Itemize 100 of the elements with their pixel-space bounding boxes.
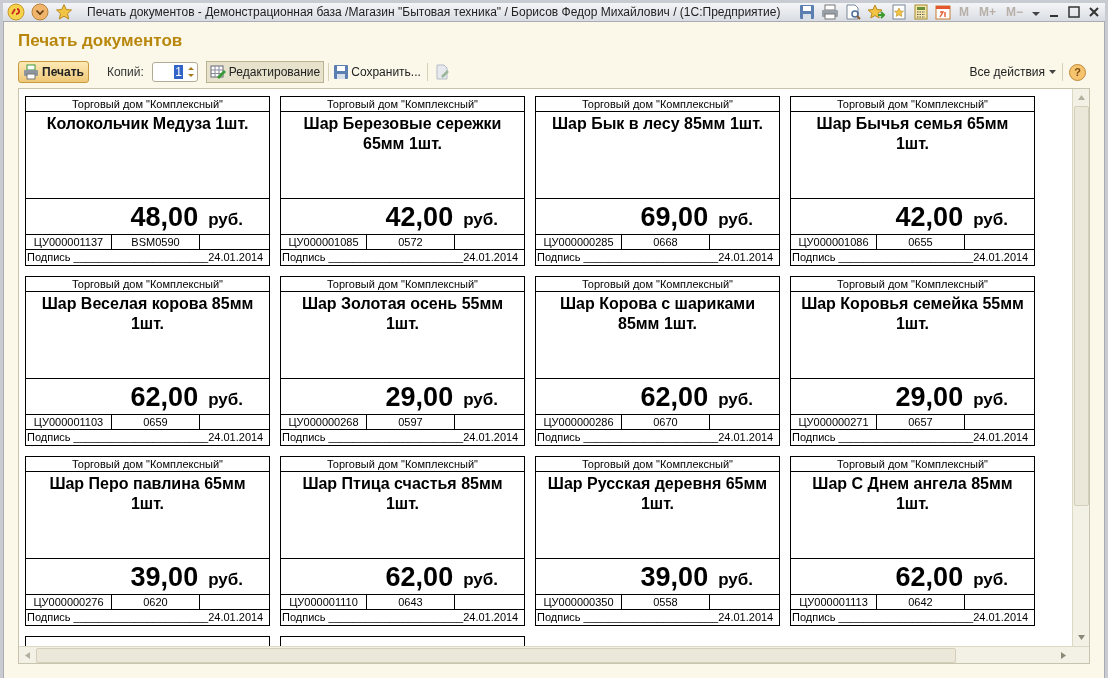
product-name: Шар Русская деревня 65мм 1шт. [536, 472, 779, 560]
product-code: ЦУ000001085 [281, 235, 367, 250]
organization-name: Торговый дом "Комплексный" [791, 457, 1034, 472]
organization-name: Торговый дом "Комплексный" [26, 457, 269, 472]
date: 24.01.2014 [718, 610, 774, 625]
product-code: ЦУ000001103 [26, 415, 112, 430]
window-title: Печать документов - Демонстрационная база /Магазин "Бытовая техника" / Борисов Федор Михайлович / (1С:Предприятие) [87, 4, 782, 21]
save-icon [333, 64, 350, 80]
currency: руб. [718, 569, 753, 592]
price: 29,00 [895, 382, 964, 413]
article-number: 0657 [877, 415, 965, 430]
signature-line: Подпись ______________________ [282, 610, 464, 625]
article-number: 0643 [367, 595, 455, 610]
product-name: Шар Бык в лесу 85мм 1шт. [536, 112, 779, 200]
organization-name: Торговый дом "Комплексный" [281, 97, 524, 112]
article-number: 0668 [622, 235, 710, 250]
signature-line: Подпись ______________________ [792, 250, 974, 265]
scrollbar-thumb[interactable] [1073, 106, 1089, 506]
currency: руб. [208, 209, 243, 232]
table-pencil-icon [209, 64, 226, 80]
article-number: BSM0590 [112, 235, 200, 250]
date: 24.01.2014 [463, 250, 519, 265]
signature-line: Подпись ______________________ [27, 250, 209, 265]
all-actions-menu[interactable]: Все действия [969, 63, 1056, 81]
signature-line: Подпись ______________________ [537, 610, 719, 625]
printer-icon[interactable] [820, 4, 839, 20]
favorites-icon[interactable] [890, 4, 907, 20]
vertical-scrollbar[interactable] [1072, 89, 1089, 646]
article-number: 0659 [112, 415, 200, 430]
caret-icon [1049, 69, 1056, 75]
close-icon[interactable] [1087, 5, 1101, 19]
help-button[interactable]: ? [1069, 63, 1086, 81]
signature-line: Подпись ______________________ [792, 430, 974, 445]
document-edit-icon[interactable] [433, 64, 450, 80]
copies-spin-field[interactable]: 1 [151, 62, 198, 82]
article-number: 0558 [622, 595, 710, 610]
product-code: ЦУ000000268 [281, 415, 367, 430]
product-name: Шар Золотая осень 55мм 1шт. [281, 292, 524, 380]
app-logo-icon[interactable] [7, 3, 25, 21]
organization-name: Торговый дом "Комплексный" [281, 457, 524, 472]
product-code: ЦУ000000285 [536, 235, 622, 250]
preview-icon[interactable] [844, 4, 861, 20]
maximize-icon[interactable] [1067, 5, 1081, 19]
print-button[interactable]: Печать [18, 61, 89, 83]
product-code: ЦУ000000271 [791, 415, 877, 430]
date: 24.01.2014 [973, 250, 1029, 265]
article-number: 0642 [877, 595, 965, 610]
calculator-icon[interactable] [912, 4, 929, 20]
organization-name: Торговый дом "Комплексный" [536, 277, 779, 292]
article-number: 0572 [367, 235, 455, 250]
date: 24.01.2014 [463, 610, 519, 625]
price: 42,00 [385, 202, 454, 233]
date: 24.01.2014 [973, 610, 1029, 625]
product-name: Шар Бычья семья 65мм 1шт. [791, 112, 1034, 200]
favorite-add-icon[interactable] [866, 4, 885, 20]
edit-toggle-button[interactable]: Редактирование [205, 61, 325, 83]
currency: руб. [973, 569, 1008, 592]
organization-name: Торговый дом "Комплексный" [791, 277, 1034, 292]
product-name: Шар Перо павлина 65мм 1шт. [26, 472, 269, 560]
product-name: Колокольчик Медуза 1шт. [26, 112, 269, 200]
currency: руб. [463, 569, 498, 592]
currency: руб. [718, 389, 753, 412]
product-code: ЦУ000001137 [26, 235, 112, 250]
product-code: ЦУ000000286 [536, 415, 622, 430]
page-heading: Печать документов [18, 30, 184, 52]
dropdown-menu-icon[interactable] [31, 3, 49, 21]
organization-name: Торговый дом "Комплексный" [791, 97, 1034, 112]
star-icon[interactable] [55, 3, 73, 21]
save-icon[interactable] [798, 4, 815, 20]
article-number: 0597 [367, 415, 455, 430]
date: 24.01.2014 [463, 430, 519, 445]
article-number: 0655 [877, 235, 965, 250]
currency: руб. [208, 569, 243, 592]
horizontal-scrollbar[interactable] [19, 646, 1089, 663]
signature-line: Подпись ______________________ [27, 430, 209, 445]
price: 62,00 [130, 382, 199, 413]
organization-name: Торговый дом "Комплексный" [536, 457, 779, 472]
price: 69,00 [640, 202, 709, 233]
price: 39,00 [640, 562, 709, 593]
product-code: ЦУ000001110 [281, 595, 367, 610]
currency: руб. [973, 209, 1008, 232]
date: 24.01.2014 [718, 430, 774, 445]
product-code: ЦУ000001113 [791, 595, 877, 610]
product-name: Шар С Днем ангела 85мм 1шт. [791, 472, 1034, 560]
copies-label: Копий: [106, 64, 144, 81]
calendar-icon[interactable] [934, 4, 951, 20]
product-code: ЦУ000001086 [791, 235, 877, 250]
product-code: ЦУ000000350 [536, 595, 622, 610]
article-number: 0620 [112, 595, 200, 610]
date: 24.01.2014 [208, 250, 264, 265]
save-button[interactable]: Сохранить... [333, 63, 421, 81]
price: 39,00 [130, 562, 199, 593]
printer-icon [23, 64, 39, 80]
date: 24.01.2014 [208, 610, 264, 625]
currency: руб. [973, 389, 1008, 412]
organization-name: Торговый дом "Комплексный" [26, 277, 269, 292]
product-name: Шар Птица счастья 85мм 1шт. [281, 472, 524, 560]
product-code: ЦУ000000276 [26, 595, 112, 610]
product-name: Шар Коровья семейка 55мм 1шт. [791, 292, 1034, 380]
scrollbar-thumb[interactable] [36, 647, 956, 663]
